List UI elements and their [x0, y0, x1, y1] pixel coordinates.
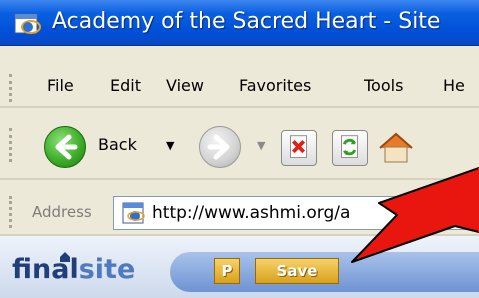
save-button[interactable]: Save — [255, 258, 339, 284]
toolbar-grip[interactable] — [9, 128, 16, 162]
forward-dropdown-icon[interactable]: ▼ — [257, 139, 265, 152]
menu-file[interactable]: File — [47, 76, 74, 95]
menubar-grip[interactable] — [9, 74, 16, 102]
window-title: Academy of the Sacred Heart - Site — [52, 9, 441, 34]
forward-button[interactable] — [199, 126, 241, 168]
back-button[interactable] — [44, 126, 86, 168]
back-dropdown-icon[interactable]: ▼ — [166, 139, 174, 152]
menu-help[interactable]: He — [443, 76, 465, 95]
refresh-icon — [341, 135, 359, 158]
forward-arrow-icon — [207, 134, 230, 160]
address-grip[interactable] — [9, 196, 16, 228]
address-url[interactable]: http://www.ashmi.org/a — [152, 203, 350, 223]
page-icon — [122, 202, 145, 224]
title-bar[interactable]: Academy of the Sacred Heart - Site — [0, 0, 479, 46]
home-icon[interactable] — [376, 126, 416, 166]
finalsite-logo: finalsite — [12, 254, 136, 285]
back-arrow-icon — [55, 134, 78, 160]
stop-icon — [290, 135, 308, 158]
menu-tools[interactable]: Tools — [364, 76, 403, 95]
ie-page-icon — [14, 13, 41, 34]
address-label: Address — [32, 203, 92, 221]
back-label[interactable]: Back — [98, 135, 137, 154]
publish-button[interactable]: P — [214, 258, 240, 284]
menu-view[interactable]: View — [166, 76, 204, 95]
menu-bar: File Edit View Favorites Tools He — [0, 46, 479, 108]
menu-favorites[interactable]: Favorites — [239, 76, 311, 95]
refresh-button[interactable] — [332, 130, 368, 166]
stop-button[interactable] — [281, 130, 317, 166]
menu-edit[interactable]: Edit — [110, 76, 141, 95]
logo-house-icon — [60, 252, 70, 262]
